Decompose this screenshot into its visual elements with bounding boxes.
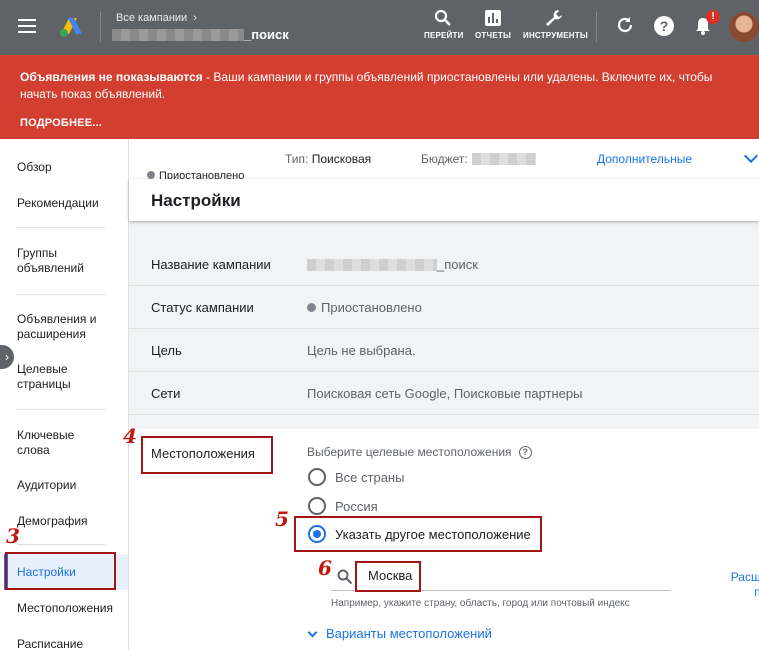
header-divider <box>100 12 101 42</box>
summary-type: Тип: Поисковая <box>285 152 371 166</box>
summary-type-value: Поисковая <box>311 152 372 166</box>
setting-value: Приостановлено <box>307 300 422 315</box>
setting-value: Поисковая сеть Google, Поисковые партнер… <box>307 386 583 401</box>
sidebar-divider <box>17 227 105 228</box>
setting-label: Статус кампании <box>151 300 254 315</box>
wrench-icon <box>546 10 562 26</box>
chevron-down-icon[interactable] <box>743 148 759 164</box>
setting-value: Цель не выбрана. <box>307 343 416 358</box>
page-title: Настройки <box>151 191 241 210</box>
advanced-link-line2: пои <box>754 585 759 599</box>
annotation-box-locations <box>141 436 273 474</box>
sidebar-item-keywords[interactable]: Ключевые слова <box>17 428 97 458</box>
location-options-toggle[interactable]: Варианты местоположений <box>307 626 492 641</box>
sidebar-divider <box>17 544 105 545</box>
summary-type-label: Тип: <box>285 152 309 166</box>
setting-label: Название кампании <box>151 257 271 272</box>
setting-label: Цель <box>151 343 182 358</box>
alert-banner: Объявления не показываются - Ваши кампан… <box>0 55 759 139</box>
location-options-label: Варианты местоположений <box>326 626 492 641</box>
annotation-number-3: 3 <box>6 524 20 548</box>
redacted-campaign-name <box>112 28 244 41</box>
campaign-summary-bar: Приостановлено Тип: Поисковая Бюджет: До… <box>129 139 759 182</box>
notification-badge: ! <box>706 10 720 24</box>
setting-row-campaign-name[interactable]: Название кампании _поиск <box>129 243 759 286</box>
locations-hint: Выберите целевые местоположения? <box>307 445 532 459</box>
annotation-box-settings <box>5 552 116 590</box>
radio-all-countries-label[interactable]: Все страны <box>335 470 404 485</box>
go-to-button[interactable]: ПЕРЕЙТИ <box>424 9 464 40</box>
annotation-number-5: 5 <box>275 507 289 531</box>
hamburger-menu-icon[interactable] <box>18 19 36 33</box>
reports-button[interactable]: ОТЧЕТЫ <box>474 9 512 40</box>
sidebar-item-recommendations[interactable]: Рекомендации <box>17 196 99 211</box>
breadcrumb[interactable]: Все кампании › <box>116 12 197 24</box>
annotation-box-search <box>355 561 421 592</box>
summary-budget: Бюджет: <box>421 152 536 166</box>
alert-title: Объявления не показываются <box>20 70 203 84</box>
sidebar-item-ads-extensions[interactable]: Объявления и расширения <box>17 312 117 342</box>
main-content: Приостановлено Тип: Поисковая Бюджет: До… <box>129 139 759 650</box>
help-icon[interactable]: ? <box>653 15 675 37</box>
go-to-label: ПЕРЕЙТИ <box>424 31 464 40</box>
summary-more-link[interactable]: Дополнительные <box>597 152 692 166</box>
annotation-number-6: 6 <box>318 556 332 580</box>
tools-label: ИНСТРУМЕНТЫ <box>523 31 588 40</box>
tools-button[interactable]: ИНСТРУМЕНТЫ <box>523 9 588 40</box>
svg-text:?: ? <box>660 18 669 34</box>
campaign-name-suffix: _поиск <box>437 257 478 272</box>
sidebar-item-demographics[interactable]: Демография <box>17 514 88 529</box>
sidebar-divider <box>17 294 105 295</box>
search-icon <box>434 9 451 26</box>
sidebar-item-locations[interactable]: Местоположения <box>17 601 113 616</box>
chevron-down-icon <box>307 627 318 637</box>
redacted-campaign-name <box>307 258 437 271</box>
campaign-name-selector[interactable]: _поиск <box>112 27 289 42</box>
settings-title-card: Настройки <box>129 179 759 221</box>
alert-message: Объявления не показываются - Ваши кампан… <box>20 69 739 103</box>
radio-russia[interactable] <box>308 497 326 515</box>
status-dot-icon <box>147 171 155 179</box>
redacted-budget <box>471 153 536 165</box>
question-icon[interactable]: ? <box>518 445 532 459</box>
sidebar-item-audiences[interactable]: Аудитории <box>17 478 76 493</box>
status-dot-icon <box>307 303 316 312</box>
breadcrumb-label: Все кампании <box>116 12 188 24</box>
reports-label: ОТЧЕТЫ <box>475 31 511 40</box>
refresh-icon[interactable] <box>615 15 635 35</box>
sidebar-divider <box>17 409 105 410</box>
setting-row-campaign-status[interactable]: Статус кампании Приостановлено <box>129 286 759 329</box>
google-ads-logo[interactable] <box>58 14 84 38</box>
sidebar-item-landing-pages[interactable]: Целевые страницы <box>17 362 97 392</box>
radio-russia-label[interactable]: Россия <box>335 499 378 514</box>
advanced-search-link[interactable]: Расширпои <box>714 570 759 600</box>
avatar[interactable] <box>729 12 759 42</box>
setting-label: Сети <box>151 386 181 401</box>
campaign-suffix: _поиск <box>244 27 289 42</box>
annotation-number-4: 4 <box>123 424 137 448</box>
annotation-box-custom-location <box>294 516 542 552</box>
advanced-link-line1: Расшир <box>730 570 759 584</box>
summary-budget-label: Бюджет: <box>421 152 468 166</box>
top-bar: Все кампании › _поиск ПЕРЕЙТИ ОТЧЕТЫ ИНСТ… <box>0 0 759 55</box>
sidebar-item-ad-groups[interactable]: Группы объявлений <box>17 246 107 276</box>
setting-row-goal[interactable]: Цель Цель не выбрана. <box>129 329 759 372</box>
chevron-right-icon: › <box>5 350 9 364</box>
radio-all-countries[interactable] <box>308 468 326 486</box>
header-divider-2 <box>596 12 597 42</box>
sidebar-item-schedule[interactable]: Расписание <box>17 637 83 650</box>
setting-value: _поиск <box>307 257 478 272</box>
chevron-right-icon: › <box>193 12 197 24</box>
sidebar-item-overview[interactable]: Обзор <box>17 160 52 175</box>
location-search-help: Например, укажите страну, область, город… <box>331 598 630 609</box>
locations-hint-text: Выберите целевые местоположения <box>307 445 512 459</box>
alert-more-link[interactable]: ПОДРОБНЕЕ... <box>20 115 102 132</box>
reports-icon <box>485 10 501 26</box>
status-value: Приостановлено <box>321 300 422 315</box>
search-icon <box>337 569 353 585</box>
setting-row-networks[interactable]: Сети Поисковая сеть Google, Поисковые па… <box>129 372 759 415</box>
